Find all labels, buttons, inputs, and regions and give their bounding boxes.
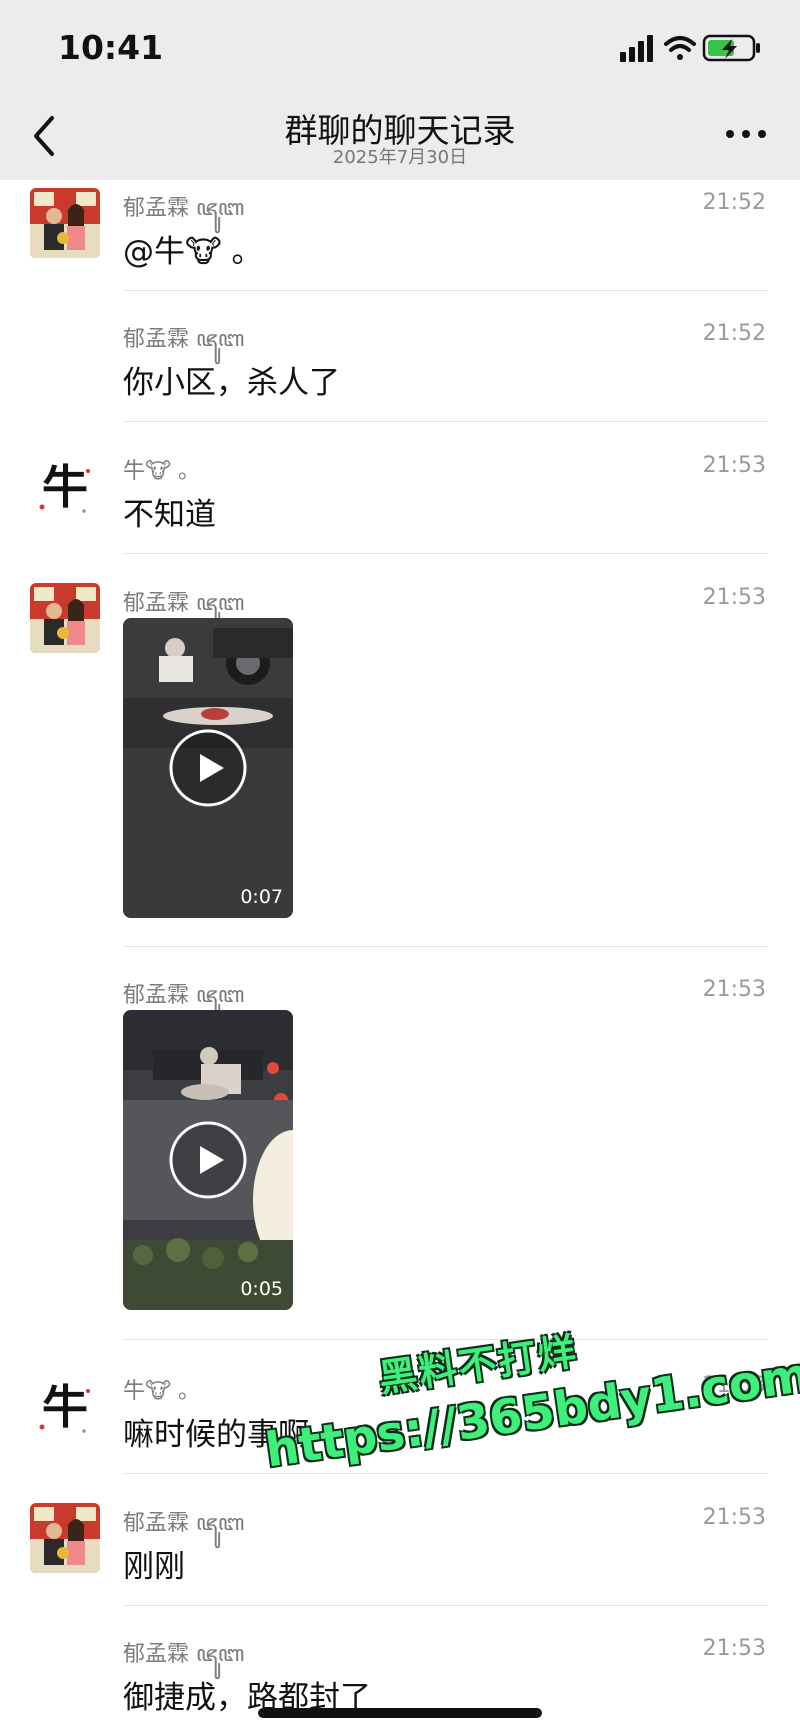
avatar-niu[interactable]: 牛 — [30, 1371, 100, 1441]
avatar-niu[interactable]: 牛 — [30, 451, 100, 521]
avatar-niu-art: 牛 — [39, 460, 90, 514]
avatar-niu-glyph: 牛 — [42, 460, 88, 514]
divider — [123, 1473, 768, 1474]
message-time: 21:52 — [702, 321, 766, 346]
avatar-yu[interactable] — [30, 583, 100, 653]
home-indicator[interactable] — [258, 1708, 542, 1718]
message-time: 21:53 — [702, 1505, 766, 1530]
avatar-yu[interactable] — [30, 1503, 100, 1573]
wifi-icon — [664, 36, 696, 60]
signal-icon — [620, 35, 653, 62]
message-time: 21:53 — [702, 585, 766, 610]
status-icons — [620, 34, 760, 62]
divider — [123, 421, 768, 422]
avatar-photo — [30, 583, 100, 653]
message-text: 刚刚 — [123, 1549, 185, 1585]
avatar-photo — [30, 1503, 100, 1573]
avatar-yu[interactable] — [30, 188, 100, 258]
message-text: @牛🐮 。 — [123, 234, 263, 270]
divider — [123, 290, 768, 291]
video-thumbnail[interactable]: 0:07 — [123, 618, 293, 918]
video-thumbnail[interactable]: 0:05 — [123, 1010, 293, 1310]
avatar-photo — [30, 188, 100, 258]
divider — [123, 1605, 768, 1606]
message-time: 21:53 — [702, 453, 766, 478]
message-time: 21:53 — [702, 977, 766, 1002]
divider — [123, 946, 768, 947]
message-text: 你小区，杀人了 — [123, 365, 340, 401]
sender-name: 牛🐮 。 — [123, 459, 201, 484]
sender-name: 牛🐮 。 — [123, 1379, 201, 1404]
battery-charging-icon — [702, 34, 760, 62]
avatar-niu-glyph: 牛 — [42, 1380, 88, 1434]
play-icon[interactable] — [168, 1120, 248, 1200]
message-text: 不知道 — [123, 497, 216, 533]
avatar-niu-art: 牛 — [39, 1380, 90, 1434]
page-date: 2025年7月30日 — [332, 147, 468, 168]
video-duration: 0:07 — [240, 886, 283, 908]
divider — [123, 553, 768, 554]
navigation-bar: 10:41 群聊的聊天记录 2025年7月30日 — [0, 0, 800, 180]
message-time: 21:52 — [702, 190, 766, 215]
video-duration: 0:05 — [240, 1278, 283, 1300]
status-time: 10:41 — [58, 28, 164, 67]
more-options-icon[interactable] — [722, 122, 770, 146]
play-icon[interactable] — [168, 728, 248, 808]
message-time: 21:53 — [702, 1636, 766, 1661]
